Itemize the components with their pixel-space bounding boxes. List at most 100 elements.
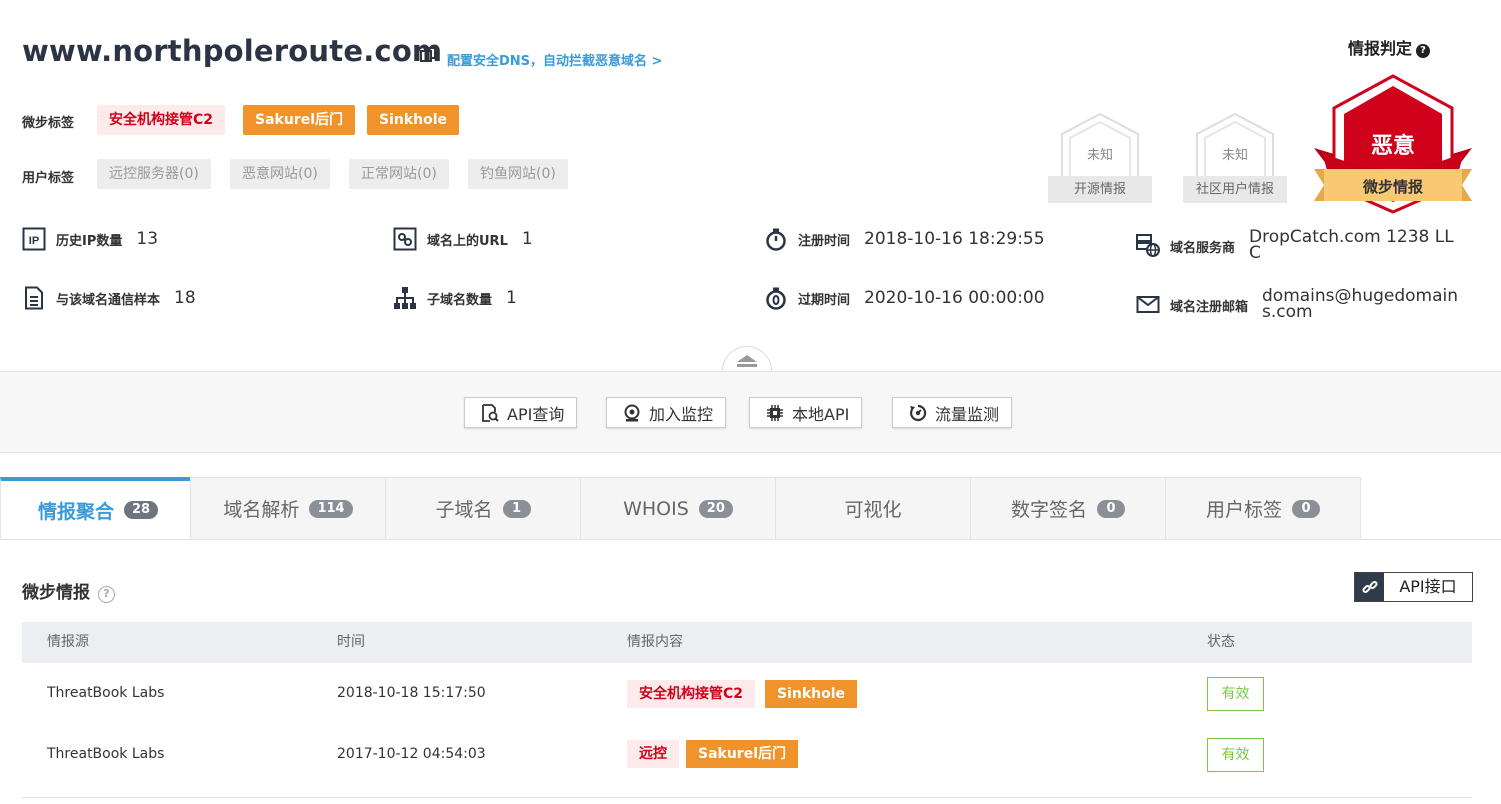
domain-title: www.northpoleroute.com	[22, 34, 443, 68]
cell-source: ThreatBook Labs	[47, 746, 165, 762]
verdict-title: 情报判定?	[1348, 35, 1431, 59]
user-tag-normal-site[interactable]: 正常网站(0)	[349, 159, 449, 189]
link-icon	[1355, 573, 1384, 601]
stat-label: 与该域名通信样本	[56, 292, 161, 308]
tab-visualization[interactable]: 可视化	[775, 477, 971, 540]
stat-label: 过期时间	[798, 292, 851, 308]
stat-samples[interactable]: 与该域名通信样本 18	[22, 286, 196, 310]
secure-dns-link[interactable]: 配置安全DNS，自动拦截恶意域名 >	[447, 50, 662, 69]
verdict-title-text: 情报判定	[1348, 39, 1413, 58]
user-tag-c2-server[interactable]: 远控服务器(0)	[97, 159, 211, 189]
refresh-gauge-icon	[909, 404, 927, 422]
stat-value: 1	[506, 288, 517, 308]
status-badge: 有效	[1207, 738, 1264, 772]
section-title-text: 微步情报	[22, 583, 90, 603]
tag-security-c2[interactable]: 安全机构接管C2	[97, 105, 226, 135]
copy-icon[interactable]	[420, 47, 436, 63]
stat-value: DropCatch.com 1238 LLC	[1249, 227, 1454, 263]
help-icon[interactable]: ?	[1416, 44, 1431, 58]
svg-text:IP: IP	[29, 235, 39, 247]
tab-bar: 情报聚合 28 域名解析 114 子域名 1 WHOIS 20 可视化 数字签名 0 用户…	[0, 477, 1501, 540]
api-interface-button[interactable]: API接口	[1354, 572, 1473, 602]
stat-label: 注册时间	[798, 233, 851, 249]
action-bar: API查询 加入监控 本地API 流量监测	[0, 371, 1501, 453]
stat-value: 1	[521, 229, 533, 249]
status-badge: 有效	[1207, 677, 1264, 711]
stat-value: domains@hugedomains.com	[1262, 286, 1459, 322]
tab-divider	[0, 539, 1501, 540]
tab-subdomains[interactable]: 子域名 1	[385, 477, 581, 540]
badge-community[interactable]: 未知 社区用户情报	[1183, 112, 1287, 206]
tab-label: 域名解析	[223, 499, 300, 521]
stat-label: 域名上的URL	[427, 233, 508, 249]
button-label: API查询	[507, 404, 565, 424]
intel-tag[interactable]: 远控	[627, 740, 679, 768]
button-label: 流量监测	[935, 404, 1000, 424]
webcam-icon	[623, 404, 641, 422]
tab-dns-resolution[interactable]: 域名解析 114	[190, 477, 386, 540]
button-label: 本地API	[792, 404, 850, 424]
stat-label: 域名注册邮箱	[1170, 300, 1249, 315]
user-tags-label: 用户标签	[22, 171, 75, 186]
local-api-button[interactable]: 本地API	[749, 397, 863, 428]
tab-user-tags[interactable]: 用户标签 0	[1165, 477, 1361, 540]
table-row: ThreatBook Labs 2017-10-12 04:54:03 远控 S…	[22, 724, 1472, 785]
tab-count-badge: 0	[1097, 499, 1125, 518]
url-icon	[393, 227, 417, 251]
badge-open-source[interactable]: 未知 开源情报	[1048, 112, 1152, 206]
hierarchy-icon	[393, 286, 417, 310]
badge-status: 未知	[1086, 148, 1113, 163]
cell-source: ThreatBook Labs	[47, 685, 165, 701]
stat-expire-time: 过期时间 2020-10-16 00:00:00	[764, 286, 1045, 310]
server-globe-icon	[1136, 233, 1160, 257]
tab-count-badge: 0	[1292, 499, 1320, 518]
api-query-button[interactable]: API查询	[464, 397, 578, 428]
button-label: API接口	[1399, 577, 1457, 596]
stat-subdomains[interactable]: 子域名数量 1	[393, 286, 517, 310]
threatbook-tags-label: 微步标签	[22, 116, 75, 131]
cell-time: 2018-10-18 15:17:50	[337, 685, 486, 701]
tab-intel-aggregate[interactable]: 情报聚合 28	[0, 477, 196, 540]
ip-icon: IP	[22, 227, 46, 251]
table-header: 情报源 时间 情报内容 状态	[22, 622, 1472, 663]
intel-tag[interactable]: 安全机构接管C2	[627, 680, 756, 708]
badge-status: 未知	[1221, 148, 1248, 163]
tab-label: 情报聚合	[37, 500, 114, 523]
user-tag-phishing-site[interactable]: 钓鱼网站(0)	[468, 159, 568, 189]
traffic-monitor-button[interactable]: 流量监测	[892, 397, 1013, 428]
chip-icon	[766, 404, 784, 422]
tab-whois[interactable]: WHOIS 20	[580, 477, 776, 540]
tab-digital-signature[interactable]: 数字签名 0	[970, 477, 1166, 540]
section-title: 微步情报?	[22, 578, 115, 603]
stopwatch-zero-icon	[764, 286, 788, 310]
collapse-button[interactable]	[722, 346, 772, 372]
badge-status: 恶意	[1370, 134, 1415, 159]
stat-reg-email: 域名注册邮箱 domains@hugedomains.com	[1136, 286, 1467, 322]
user-tag-malicious-site[interactable]: 恶意网站(0)	[230, 159, 330, 189]
button-label: 加入监控	[649, 404, 714, 424]
table-bottom-border	[22, 797, 1472, 798]
stat-label: 子域名数量	[427, 292, 493, 308]
tab-label: 用户标签	[1205, 499, 1282, 521]
stat-value: 13	[136, 229, 159, 249]
stat-history-ip[interactable]: IP 历史IP数量 13	[22, 227, 158, 251]
api-search-icon	[481, 403, 499, 422]
badge-label: 社区用户情报	[1183, 176, 1287, 203]
stat-domain-url[interactable]: 域名上的URL 1	[393, 227, 533, 251]
intel-tag[interactable]: Sinkhole	[765, 680, 858, 708]
tab-count-badge: 20	[698, 499, 733, 518]
tag-sinkhole[interactable]: Sinkhole	[367, 105, 460, 135]
column-header: 情报内容	[627, 634, 683, 650]
stat-reg-time: 注册时间 2018-10-16 18:29:55	[764, 227, 1045, 251]
intel-tag[interactable]: Sakurel后门	[686, 740, 799, 768]
stat-label: 域名服务商	[1170, 241, 1236, 256]
domain-header: www.northpoleroute.com 配置安全DNS，自动拦截恶意域名 …	[0, 0, 1501, 372]
question-icon[interactable]: ?	[98, 586, 115, 603]
stat-value: 18	[174, 288, 196, 308]
badge-label: 微步情报	[1362, 178, 1423, 196]
badge-threatbook[interactable]: 恶意 微步情报	[1312, 74, 1474, 214]
add-monitor-button[interactable]: 加入监控	[606, 397, 727, 428]
stat-value: 2020-10-16 00:00:00	[864, 288, 1045, 308]
tag-sakurel[interactable]: Sakurel后门	[243, 105, 356, 135]
mail-icon	[1136, 292, 1160, 316]
